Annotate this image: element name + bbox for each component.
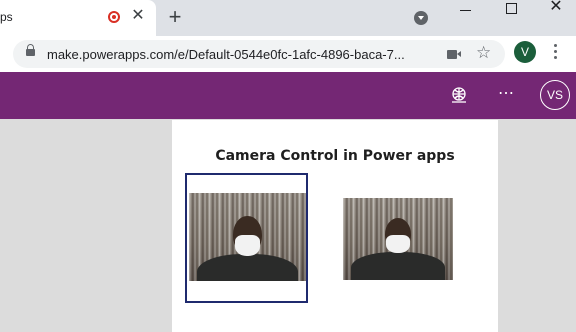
camera-icon[interactable]	[447, 50, 461, 59]
app-diagnostics-icon[interactable]	[450, 86, 468, 104]
browser-tab-strip: ps ✕ + ✕	[0, 0, 576, 36]
user-avatar[interactable]: VS	[540, 80, 570, 110]
screen-title: Camera Control in Power apps	[215, 148, 455, 164]
captured-image	[343, 198, 453, 280]
recording-icon	[108, 11, 120, 23]
face-mask	[385, 234, 411, 253]
face-mask	[234, 235, 261, 256]
browser-tab[interactable]: ps ✕	[0, 0, 156, 36]
camera-feed[interactable]	[189, 193, 306, 287]
new-tab-button[interactable]: +	[165, 5, 185, 29]
browser-toolbar: make.powerapps.com/e/Default-0544e0fc-1a…	[0, 36, 576, 72]
feed-bottom-strip	[189, 281, 306, 287]
lock-icon[interactable]	[26, 44, 35, 56]
maximize-button[interactable]	[500, 1, 522, 17]
more-icon[interactable]: ⋯	[498, 84, 515, 104]
window-close-button[interactable]: ✕	[545, 0, 567, 16]
tab-search-icon[interactable]	[414, 11, 428, 25]
app-header: ⋯ VS	[0, 72, 576, 119]
app-canvas: Camera Control in Power apps	[172, 120, 498, 332]
address-bar[interactable]: make.powerapps.com/e/Default-0544e0fc-1a…	[13, 40, 505, 68]
url-text[interactable]: make.powerapps.com/e/Default-0544e0fc-1a…	[47, 47, 405, 62]
star-icon[interactable]: ☆	[476, 43, 491, 63]
profile-avatar[interactable]: V	[514, 41, 536, 63]
tab-close-button[interactable]: ✕	[130, 8, 146, 24]
browser-menu-icon[interactable]	[554, 44, 558, 62]
camera-control[interactable]	[185, 173, 308, 303]
tab-title: ps	[0, 10, 13, 24]
person-body	[350, 251, 446, 280]
minimize-button[interactable]	[455, 4, 477, 18]
